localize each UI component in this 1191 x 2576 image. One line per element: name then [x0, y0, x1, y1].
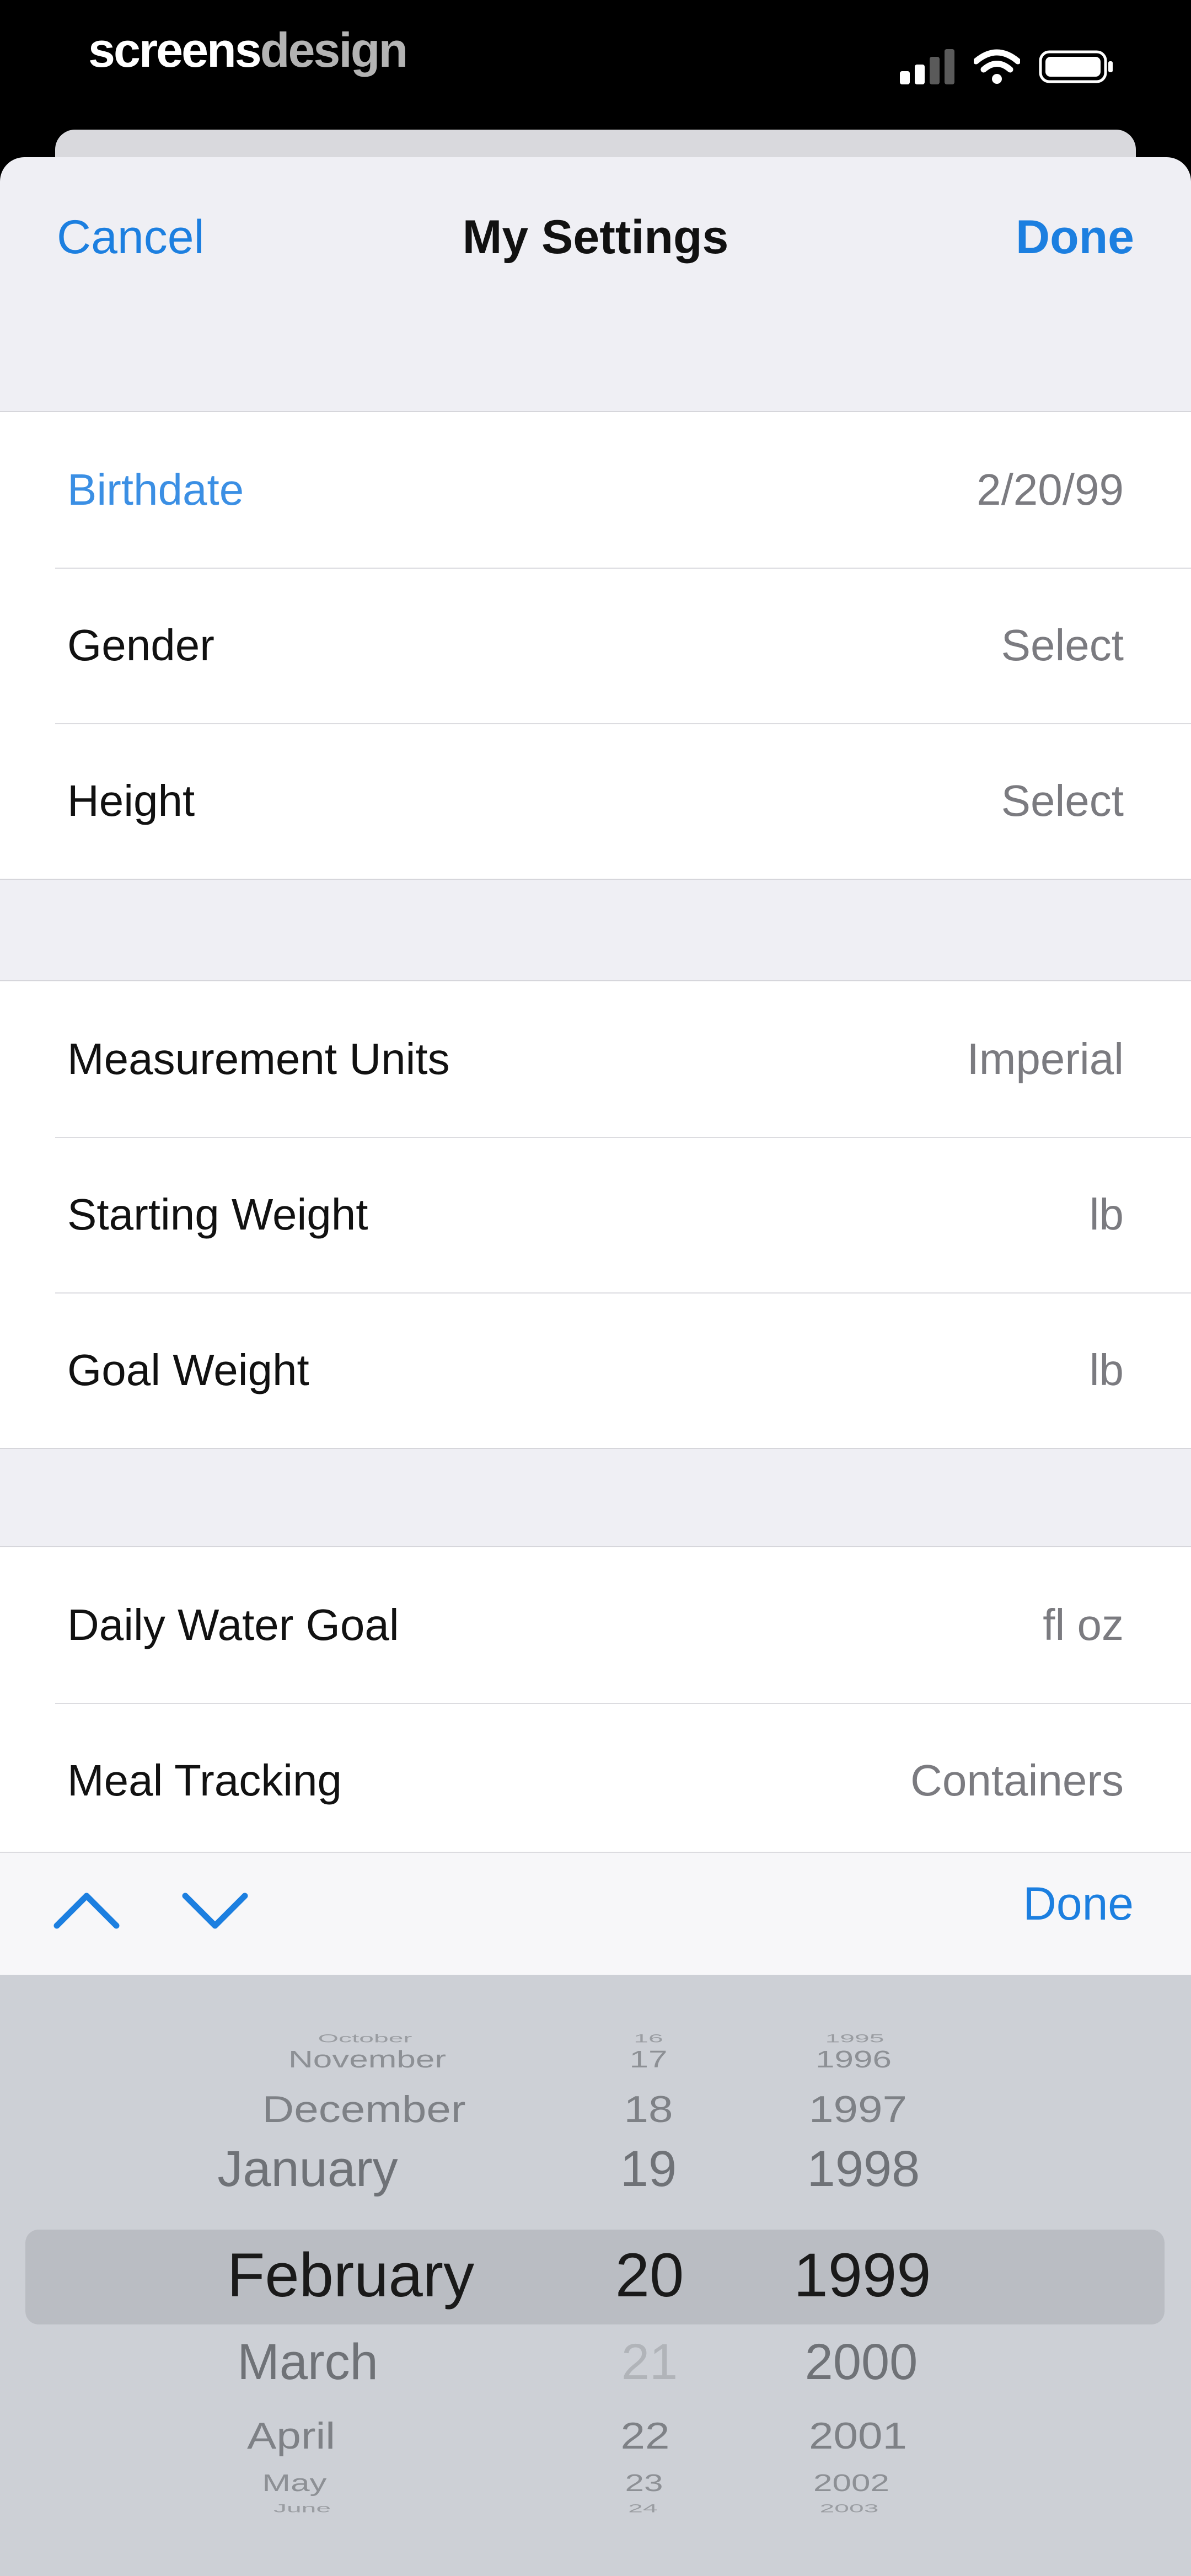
row-value: fl oz: [1043, 1600, 1124, 1649]
row-label: Height: [67, 776, 195, 825]
picker-year-item[interactable]: 2000: [805, 2333, 918, 2391]
setting-row-birthdate[interactable]: Birthdate 2/20/99: [0, 412, 1191, 568]
cellular-signal-icon: [900, 49, 954, 84]
picker-year-item[interactable]: 1995: [825, 2032, 884, 2045]
row-value: Select: [1001, 776, 1124, 825]
picker-day-item[interactable]: 24: [628, 2502, 657, 2515]
picker-month-selected[interactable]: February: [227, 2240, 474, 2311]
picker-year-item[interactable]: 2003: [820, 2502, 879, 2515]
setting-row-daily-water-goal[interactable]: Daily Water Goal fl oz: [0, 1547, 1191, 1703]
picker-year-item[interactable]: 2001: [809, 2414, 907, 2457]
setting-row-height[interactable]: Height Select: [0, 723, 1191, 879]
navigation-bar: Cancel My Settings Done: [0, 157, 1191, 317]
row-label: Goal Weight: [67, 1345, 309, 1394]
row-value: Containers: [910, 1756, 1124, 1805]
chevron-up-icon[interactable]: [52, 1886, 121, 1936]
setting-row-meal-tracking[interactable]: Meal Tracking Containers: [0, 1703, 1191, 1858]
picker-day-selected[interactable]: 20: [615, 2240, 684, 2311]
picker-year-item[interactable]: 1998: [807, 2140, 920, 2198]
picker-day-item[interactable]: 21: [621, 2333, 678, 2391]
picker-day-item[interactable]: 19: [620, 2140, 677, 2198]
row-value: 2/20/99: [977, 465, 1124, 514]
row-value: lb: [1089, 1345, 1124, 1394]
picker-month-item[interactable]: January: [217, 2140, 398, 2198]
brand-part-screens: screens: [88, 23, 262, 77]
picker-year-selected[interactable]: 1999: [793, 2240, 931, 2311]
picker-month-item[interactable]: October: [318, 2032, 412, 2045]
row-value: lb: [1089, 1190, 1124, 1239]
row-label: Measurement Units: [67, 1034, 450, 1083]
page-title: My Settings: [462, 211, 729, 264]
picker-day-item[interactable]: 18: [624, 2088, 673, 2131]
picker-day-item[interactable]: 23: [625, 2470, 663, 2497]
setting-row-measurement-units[interactable]: Measurement Units Imperial: [0, 981, 1191, 1137]
settings-group-tracking: Daily Water Goal fl oz Meal Tracking Con…: [0, 1546, 1191, 1859]
picker-day-item[interactable]: 17: [630, 2046, 668, 2073]
picker-month-item[interactable]: December: [262, 2088, 465, 2131]
wifi-icon: [974, 49, 1020, 84]
battery-icon: [1039, 50, 1113, 83]
settings-group-profile: Birthdate 2/20/99 Gender Select Height S…: [0, 411, 1191, 880]
settings-group-weight: Measurement Units Imperial Starting Weig…: [0, 980, 1191, 1449]
picker-day-item[interactable]: 16: [634, 2032, 663, 2045]
picker-month-item[interactable]: May: [262, 2470, 326, 2497]
setting-row-goal-weight[interactable]: Goal Weight lb: [0, 1292, 1191, 1448]
chevron-down-icon[interactable]: [181, 1886, 249, 1936]
row-value: Select: [1001, 621, 1124, 670]
setting-row-gender[interactable]: Gender Select: [0, 568, 1191, 723]
row-value: Imperial: [967, 1034, 1124, 1083]
row-label: Daily Water Goal: [67, 1600, 399, 1649]
row-label: Birthdate: [67, 465, 244, 514]
picker-day-item[interactable]: 22: [621, 2414, 670, 2457]
brand-part-design: design: [260, 23, 409, 77]
done-button[interactable]: Done: [1016, 210, 1134, 265]
picker-month-item[interactable]: March: [237, 2333, 378, 2391]
row-label: Gender: [67, 621, 214, 670]
input-accessory-toolbar: Done: [0, 1852, 1191, 1976]
row-label: Starting Weight: [67, 1190, 368, 1239]
picker-month-item[interactable]: April: [247, 2414, 335, 2457]
picker-year-item[interactable]: 1997: [809, 2088, 907, 2131]
toolbar-done-button[interactable]: Done: [1023, 1877, 1134, 1931]
status-icons: [900, 47, 1114, 86]
setting-row-starting-weight[interactable]: Starting Weight lb: [0, 1137, 1191, 1292]
picker-selection-band: [25, 2230, 1165, 2324]
row-label: Meal Tracking: [67, 1756, 342, 1805]
picker-month-item[interactable]: November: [288, 2046, 446, 2073]
status-bar: screensdesign: [0, 0, 1191, 132]
date-picker[interactable]: October November December January Februa…: [0, 1975, 1191, 2576]
brand-watermark: screensdesign: [88, 22, 409, 78]
picker-year-item[interactable]: 2002: [813, 2470, 889, 2497]
picker-month-item[interactable]: June: [273, 2502, 331, 2515]
picker-year-item[interactable]: 1996: [816, 2046, 892, 2073]
